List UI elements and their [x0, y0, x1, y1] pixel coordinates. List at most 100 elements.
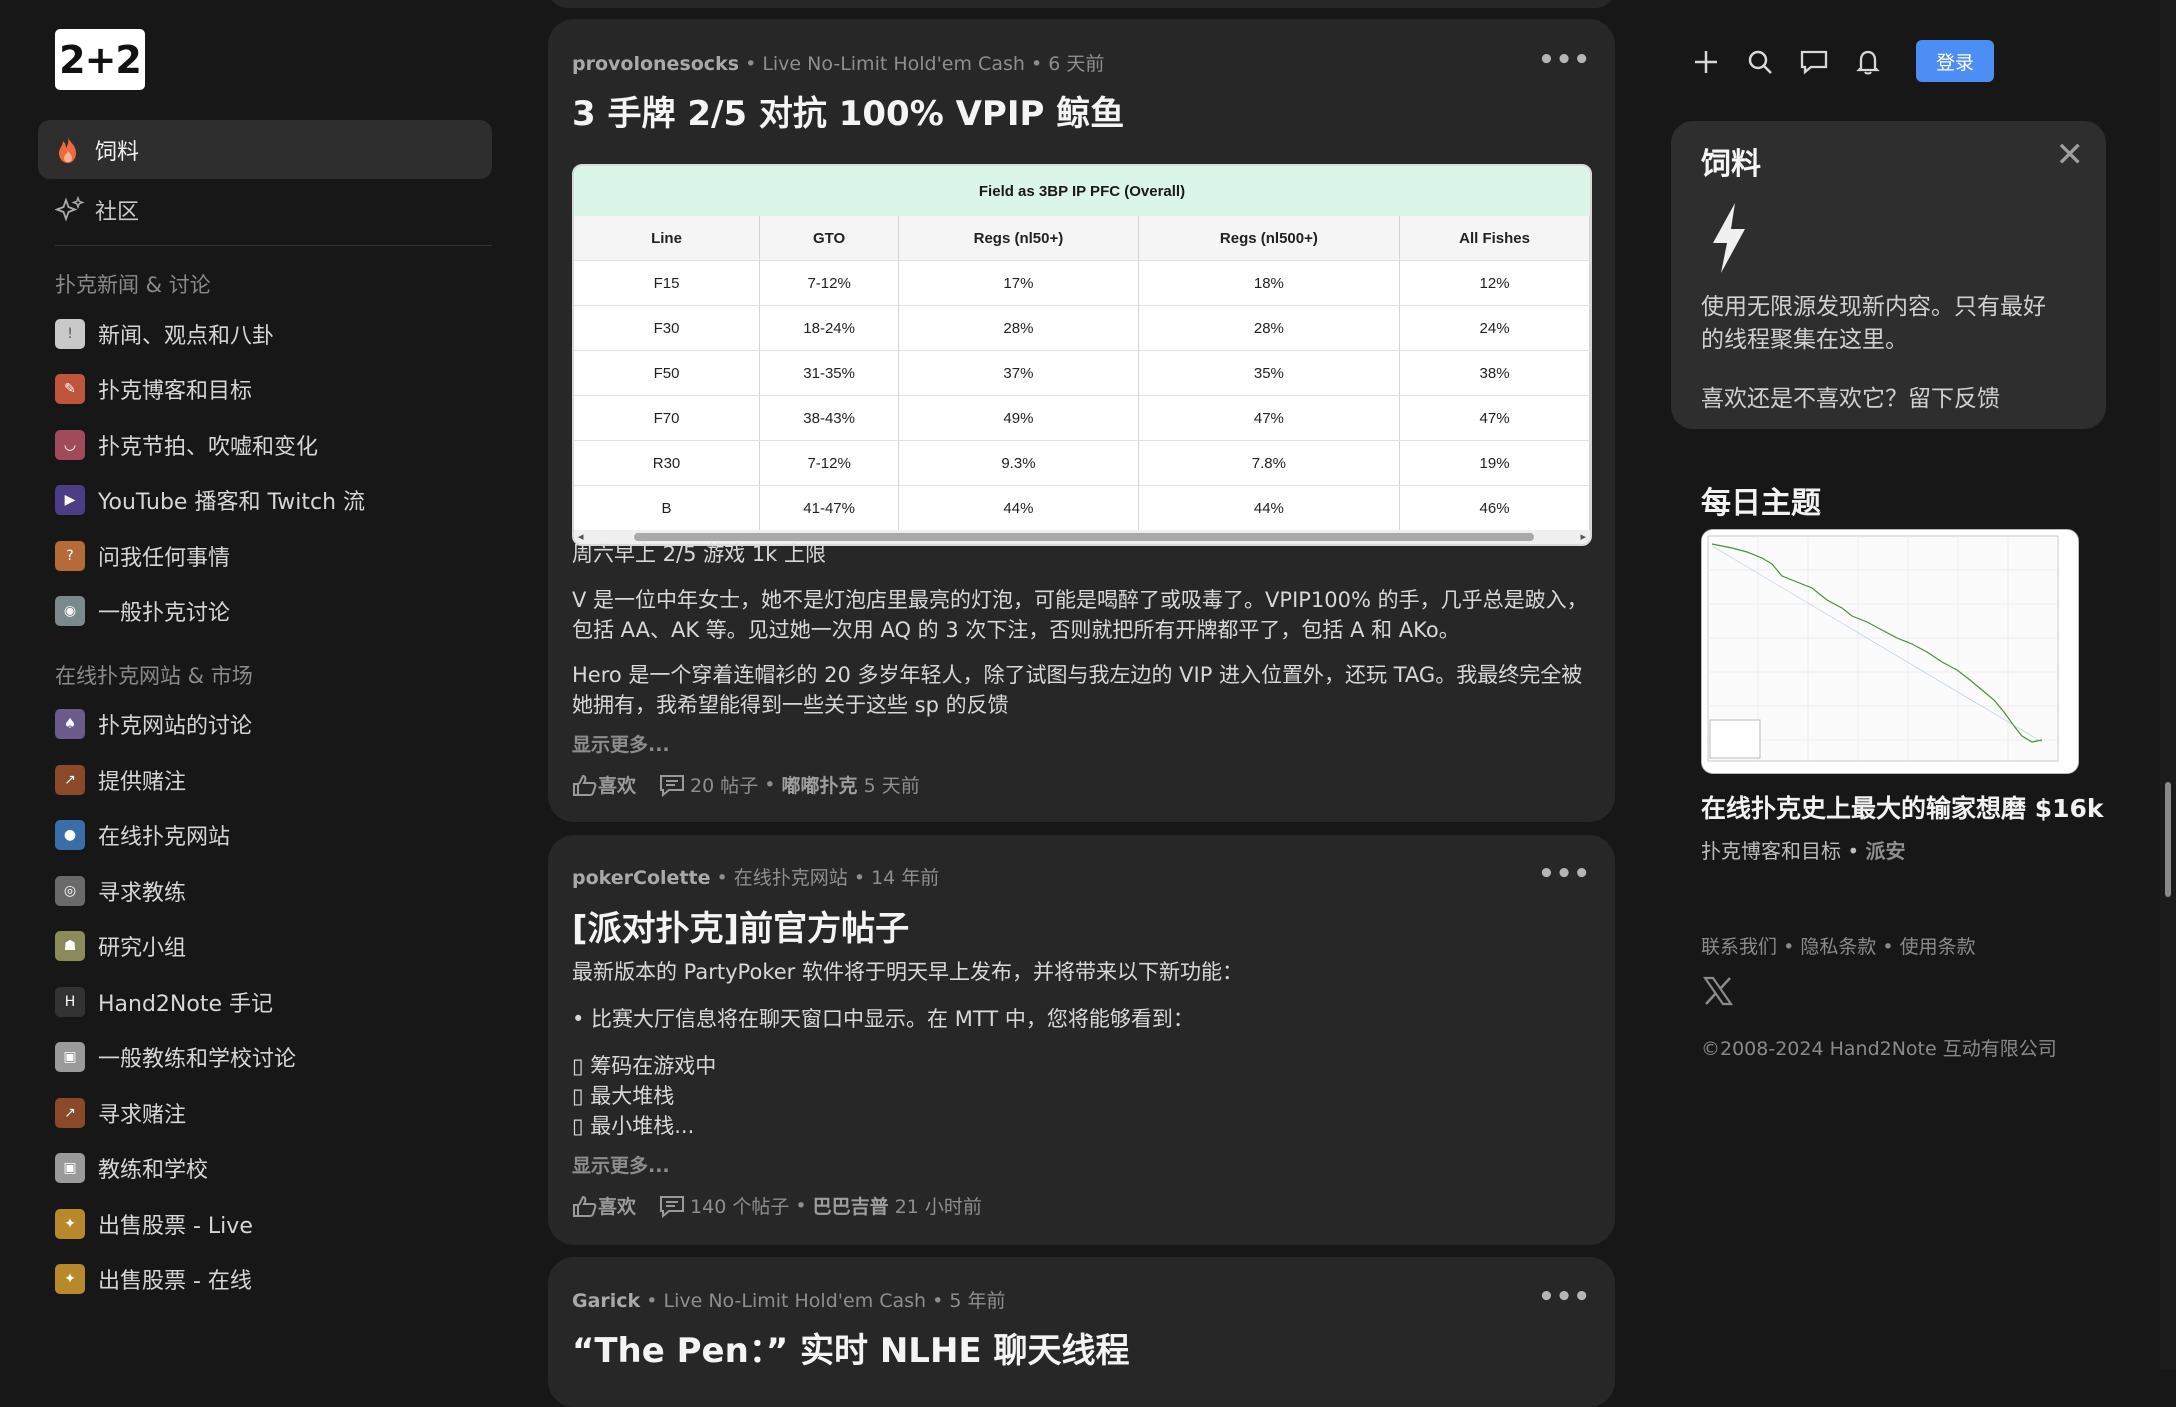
- sidebar-item-offer-stakes[interactable]: ↗ 提供赌注: [55, 759, 495, 801]
- search-icon[interactable]: [1744, 46, 1776, 78]
- sidebar-item-coaches-schools[interactable]: ▣ 教练和学校: [55, 1147, 495, 1189]
- login-button[interactable]: 登录: [1916, 40, 1994, 82]
- table-cell: F15: [574, 260, 760, 306]
- sidebar-item-sell-online[interactable]: ✦ 出售股票 - 在线: [55, 1258, 495, 1300]
- privacy-link[interactable]: 隐私条款: [1800, 936, 1876, 958]
- nav-feed[interactable]: 饲料: [38, 120, 492, 179]
- terms-link[interactable]: 使用条款: [1900, 936, 1976, 958]
- sidebar-item-label: 扑克网站的讨论: [98, 714, 253, 739]
- post-body-line: 周六早上 2/5 游戏 1k 上限: [572, 542, 827, 566]
- reply-count: 20 帖子: [690, 775, 759, 797]
- bell-icon[interactable]: [1852, 46, 1884, 78]
- thumbs-up-icon: [573, 1195, 597, 1217]
- page-scrollbar[interactable]: [2160, 0, 2176, 1369]
- sidebar-item-coaching-discussion[interactable]: ▣ 一般教练和学校讨论: [55, 1036, 495, 1078]
- sidebar-item-label: 出售股票 - 在线: [98, 1269, 252, 1294]
- sidebar-item-poker-blogs[interactable]: ✎ 扑克博客和目标: [55, 368, 495, 410]
- table-header-cell: All Fishes: [1399, 216, 1590, 261]
- post-title[interactable]: “The Pen：” 实时 NLHE 聊天线程: [572, 1323, 1129, 1372]
- post-category[interactable]: Live No-Limit Hold'em Cash: [664, 1290, 927, 1312]
- footer-links: 联系我们 • 隐私条款 • 使用条款: [1701, 936, 1976, 958]
- nav-feed-label: 饲料: [95, 139, 140, 165]
- table-cell: 12%: [1399, 260, 1590, 306]
- table-cell: 31-35%: [759, 350, 900, 396]
- sidebar-item-label: YouTube 播客和 Twitch 流: [98, 490, 366, 515]
- post-meta: Garick • Live No-Limit Hold'em Cash • 5 …: [572, 1290, 1006, 1312]
- show-more-link[interactable]: 显示更多...: [572, 1151, 670, 1178]
- sidebar-item-online-sites[interactable]: ● 在线扑克网站: [55, 814, 495, 856]
- close-icon[interactable]: ✕: [2056, 135, 2085, 175]
- post-actions: 喜欢 20 帖子 • 嘟嘟扑克 5 天前: [572, 771, 920, 798]
- more-options-icon[interactable]: •••: [1538, 1282, 1591, 1312]
- daily-topic-subforum[interactable]: 扑克博客和目标: [1701, 839, 1841, 863]
- like-button[interactable]: 喜欢: [572, 771, 636, 798]
- post-author[interactable]: Garick: [572, 1290, 640, 1312]
- exclamation-icon: !: [55, 319, 85, 349]
- sidebar-item-sell-live[interactable]: ✦ 出售股票 - Live: [55, 1203, 495, 1245]
- post-body-paragraph: V 是一位中年女士，她不是灯泡店里最亮的灯泡，可能是喝醉了或吸毒了。VPIP10…: [572, 588, 1588, 642]
- post-body-paragraph: Hero 是一个穿着连帽衫的 20 多岁年轻人，除了试图与我左边的 VIP 进入…: [572, 663, 1583, 717]
- table-row: F15 7-12% 17% 18% 12%: [574, 260, 1590, 306]
- chat-icon[interactable]: [1798, 46, 1830, 78]
- table-header-cell: Regs (nl50+): [898, 216, 1139, 261]
- daily-topic-author[interactable]: 派安: [1866, 839, 1906, 863]
- top-toolbar: 登录: [1690, 38, 2000, 84]
- streamer-avatar-icon: ▶: [55, 485, 85, 515]
- sidebar-item-seek-coach[interactable]: ◎ 寻求教练: [55, 870, 495, 912]
- table-row: F70 38-43% 49% 47% 47%: [574, 395, 1590, 441]
- last-reply-user[interactable]: 巴巴吉普: [813, 1192, 889, 1219]
- sidebar-item-study-groups[interactable]: ☗ 研究小组: [55, 925, 495, 967]
- more-options-icon[interactable]: •••: [1538, 859, 1591, 889]
- table-header-row: Line GTO Regs (nl50+) Regs (nl500+) All Fish…: [574, 216, 1590, 261]
- post-title[interactable]: [派对扑克]前官方帖子: [572, 901, 909, 950]
- sidebar-item-ama[interactable]: ? 问我任何事情: [55, 535, 495, 577]
- last-reply-user[interactable]: 嘟嘟扑克: [782, 771, 858, 798]
- more-options-icon[interactable]: •••: [1538, 45, 1591, 75]
- post-title[interactable]: 3 手牌 2/5 对抗 100% VPIP 鲸鱼: [572, 86, 1124, 135]
- replies-link[interactable]: 20 帖子: [658, 771, 758, 798]
- nav-community[interactable]: 社区: [38, 180, 492, 239]
- page-scrollbar-thumb[interactable]: [2165, 782, 2171, 897]
- daily-topic-title[interactable]: 在线扑克史上最大的输家想磨 $16k: [1701, 789, 2104, 825]
- sidebar-item-seek-stakes[interactable]: ↗ 寻求赌注: [55, 1092, 495, 1134]
- copyright-text: ©2008-2024 Hand2Note 互动有限公司: [1701, 1038, 2057, 1060]
- feedback-link[interactable]: 喜欢还是不喜欢它？留下反馈: [1701, 379, 2000, 413]
- daily-topic-image[interactable]: [1701, 529, 2079, 774]
- table-cell: 18-24%: [759, 305, 900, 351]
- table-caption: Field as 3BP IP PFC (Overall): [574, 166, 1590, 216]
- last-reply-age: 21 小时前: [894, 1196, 982, 1218]
- table-cell: 35%: [1138, 350, 1401, 396]
- table-cell: 41-47%: [759, 485, 900, 531]
- x-social-icon[interactable]: [1701, 974, 1735, 1008]
- post-meta: provolonesocks • Live No-Limit Hold'em C…: [572, 53, 1105, 75]
- thumbs-up-icon: [573, 774, 597, 796]
- table-row: F50 31-35% 37% 35% 38%: [574, 350, 1590, 396]
- table-row: R30 7-12% 9.3% 7.8% 19%: [574, 440, 1590, 486]
- post-body-line: • 比赛大厅信息将在聊天窗口中显示。在 MTT 中，您将能够看到：: [572, 1007, 1194, 1031]
- post-author[interactable]: provolonesocks: [572, 53, 739, 75]
- table-row: F30 18-24% 28% 28% 24%: [574, 305, 1590, 351]
- sidebar-item-beats-brags[interactable]: ◡ 扑克节拍、吹嘘和变化: [55, 424, 495, 466]
- table-cell: 9.3%: [898, 440, 1139, 486]
- contact-link[interactable]: 联系我们: [1701, 936, 1777, 958]
- sidebar-item-hand2note[interactable]: H Hand2Note 手记: [55, 981, 495, 1023]
- table-row: B 41-47% 44% 44% 46%: [574, 485, 1590, 531]
- replies-link[interactable]: 140 个帖子: [658, 1192, 789, 1219]
- like-button[interactable]: 喜欢: [572, 1192, 636, 1219]
- left-sidebar: 2+2 饲料 社区 扑克新闻 & 讨论 ! 新闻、观点和八卦 ✎ 扑克博客和目标…: [0, 0, 530, 1369]
- last-reply-age: 5 天前: [863, 775, 920, 797]
- sidebar-item-general-poker[interactable]: ◉ 一般扑克讨论: [55, 590, 495, 632]
- table-cell: 47%: [1138, 395, 1401, 441]
- show-more-link[interactable]: 显示更多...: [572, 730, 670, 757]
- sidebar-item-site-discussion[interactable]: ♠ 扑克网站的讨论: [55, 703, 495, 745]
- sidebar-item-news[interactable]: ! 新闻、观点和八卦: [55, 313, 495, 355]
- sidebar-item-youtube-twitch[interactable]: ▶ YouTube 播客和 Twitch 流: [55, 479, 495, 521]
- post-category[interactable]: 在线扑克网站: [734, 867, 848, 889]
- post-author[interactable]: pokerColette: [572, 867, 710, 889]
- table-cell: 19%: [1399, 440, 1590, 486]
- post-category[interactable]: Live No-Limit Hold'em Cash: [762, 53, 1025, 75]
- site-logo[interactable]: 2+2: [55, 29, 145, 90]
- ticket-icon: ✦: [55, 1264, 85, 1294]
- plus-icon[interactable]: [1690, 46, 1722, 78]
- post-image-table[interactable]: Field as 3BP IP PFC (Overall) Line GTO Reg…: [572, 164, 1592, 546]
